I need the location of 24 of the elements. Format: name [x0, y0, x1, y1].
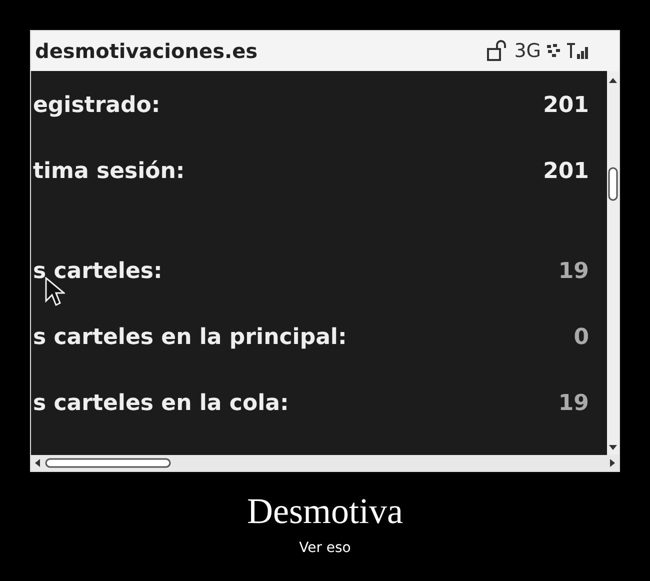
- dots-icon: [547, 44, 561, 58]
- cursor-icon: [45, 277, 65, 307]
- field-value: 19: [558, 393, 589, 415]
- field-value: 0: [574, 327, 589, 349]
- field-value: 201: [543, 161, 589, 183]
- site-title: desmotivaciones.es: [35, 39, 259, 63]
- poster-title: Desmotiva: [247, 490, 403, 532]
- lock-icon: [486, 40, 508, 62]
- field-label: s carteles en la cola:: [33, 393, 289, 415]
- field-label: s carteles en la principal:: [33, 327, 347, 349]
- scroll-thumb[interactable]: [45, 458, 171, 468]
- horizontal-scrollbar[interactable]: [31, 455, 619, 471]
- field-label: tima sesión:: [33, 161, 185, 183]
- network-label: 3G: [514, 40, 541, 62]
- field-label: s carteles:: [33, 261, 162, 283]
- field-label: egistrado:: [33, 95, 160, 117]
- signal-icon: [567, 42, 591, 60]
- vertical-scrollbar[interactable]: [607, 71, 619, 455]
- left-arrow-icon[interactable]: [33, 458, 41, 468]
- field-value: 19: [558, 261, 589, 283]
- poster-subtitle: Ver eso: [299, 540, 351, 556]
- scroll-thumb[interactable]: [608, 167, 618, 201]
- right-arrow-icon[interactable]: [609, 458, 617, 468]
- field-value: 201: [543, 95, 589, 117]
